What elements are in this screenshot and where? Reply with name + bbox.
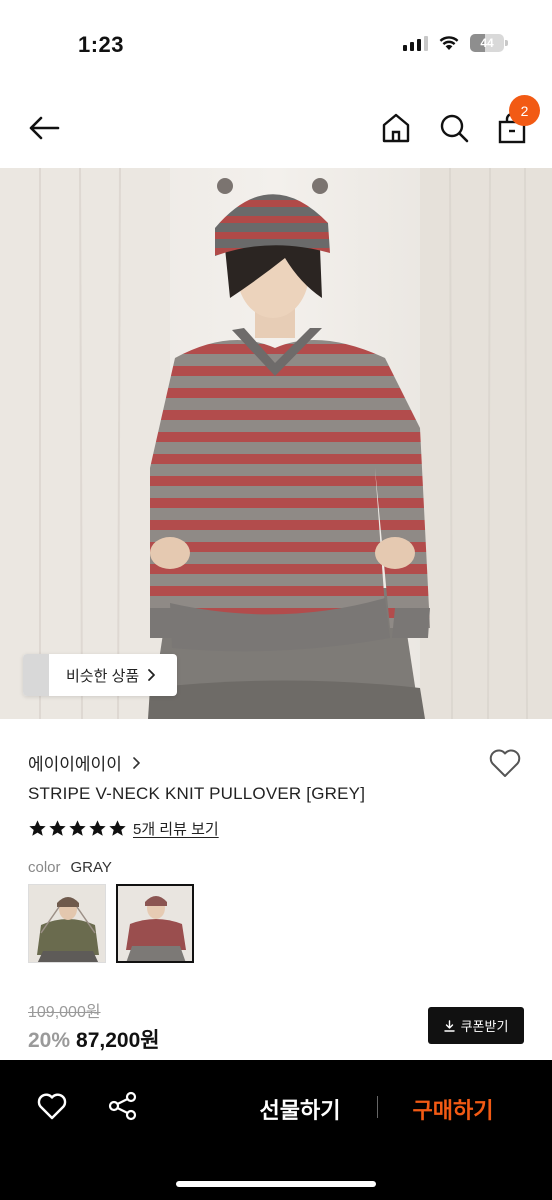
star-icon [69,820,86,836]
rating-row: 5개 리뷰 보기 [28,818,219,839]
color-value: GRAY [70,859,112,876]
price-row: 20% 87,200원 [28,1024,160,1054]
color-swatch[interactable] [28,884,106,963]
brand-link[interactable]: 에이이에이이 [28,750,141,775]
star-rating [28,819,127,838]
home-indicator [176,1181,376,1187]
discount-rate: 20% [28,1029,71,1052]
coupon-label: 쿠폰받기 [460,1019,509,1034]
chevron-right-icon [148,669,156,681]
star-icon [49,820,66,836]
color-row: color GRAY [28,859,112,876]
heart-icon[interactable] [487,745,523,781]
similar-items-label: 비슷한 상품 [66,667,140,685]
signal-icon [403,35,428,51]
coupon-button[interactable]: 쿠폰받기 [428,1007,524,1044]
product-name: STRIPE V-NECK KNIT PULLOVER [GREY] [28,784,366,803]
status-time: 1:23 [78,32,125,57]
battery-level: 44 [480,36,494,50]
download-icon [443,1019,455,1032]
star-icon [29,820,46,836]
color-label: color [28,859,61,876]
brand-name: 에이이에이이 [28,755,122,774]
cart-count-badge: 2 [509,95,540,126]
app-header [0,90,552,168]
original-price: 109,000원 [28,1004,101,1021]
color-swatches [28,884,194,963]
sale-price: 87,200원 [76,1029,160,1052]
similar-items-thumbnail [23,654,49,696]
back-arrow-icon[interactable] [26,110,62,146]
bottom-action-bar: 선물하기 구매하기 [0,1060,552,1200]
battery-icon: 44 [470,34,508,52]
color-swatch-selected[interactable] [116,884,194,963]
heart-icon[interactable] [36,1090,68,1122]
star-icon [89,820,106,836]
search-icon[interactable] [438,110,470,146]
star-icon [109,820,126,836]
chevron-right-icon [133,756,140,769]
product-photo [0,168,552,719]
buy-button[interactable]: 구매하기 [385,1093,521,1125]
review-link[interactable]: 5개 리뷰 보기 [133,818,219,839]
wifi-icon [439,36,459,50]
gift-button[interactable]: 선물하기 [230,1093,370,1125]
status-icons: 44 [403,34,508,52]
status-bar: 1:23 44 [0,0,552,90]
similar-items-button[interactable]: 비슷한 상품 [23,654,177,696]
home-icon[interactable] [380,110,412,146]
product-image[interactable]: 비슷한 상품 [0,168,552,719]
share-icon[interactable] [107,1090,139,1122]
divider [377,1096,378,1118]
